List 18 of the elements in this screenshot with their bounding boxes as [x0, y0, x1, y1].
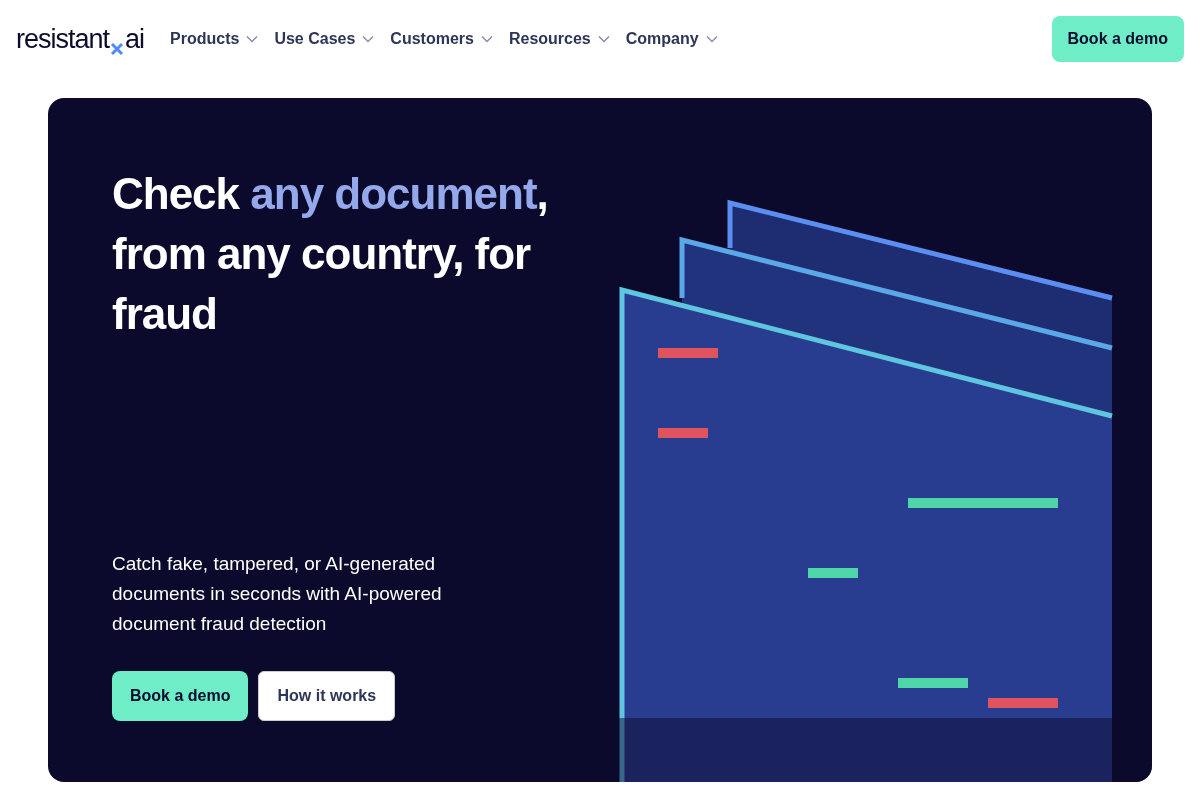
nav-link[interactable]: Customers [390, 27, 493, 51]
logo-text: ai [125, 25, 145, 53]
hero-subtitle: Catch fake, tampered, or AI-generated documents in seconds with AI-powered document fraud detection [112, 552, 443, 636]
chevron-down-icon [705, 35, 718, 43]
chevron-down-icon [362, 35, 375, 43]
chevron-down-icon [480, 35, 493, 43]
hero-headline: Check any document, from any country, for fraud [112, 168, 549, 340]
nav-link[interactable]: Products [170, 27, 259, 51]
nav-link[interactable]: Company [625, 27, 718, 51]
nav-link[interactable]: Use Cases [274, 27, 375, 51]
chevron-down-icon [597, 35, 610, 43]
cross-icon [110, 41, 125, 56]
logo-text: resistant [16, 25, 110, 53]
book-demo-button[interactable]: Book a demo [112, 671, 249, 721]
how-it-works-button[interactable]: How it works [258, 671, 396, 721]
book-demo-button[interactable]: Book a demo [1051, 16, 1184, 62]
nav-link[interactable]: Resources [508, 27, 610, 51]
chevron-down-icon [246, 35, 259, 43]
